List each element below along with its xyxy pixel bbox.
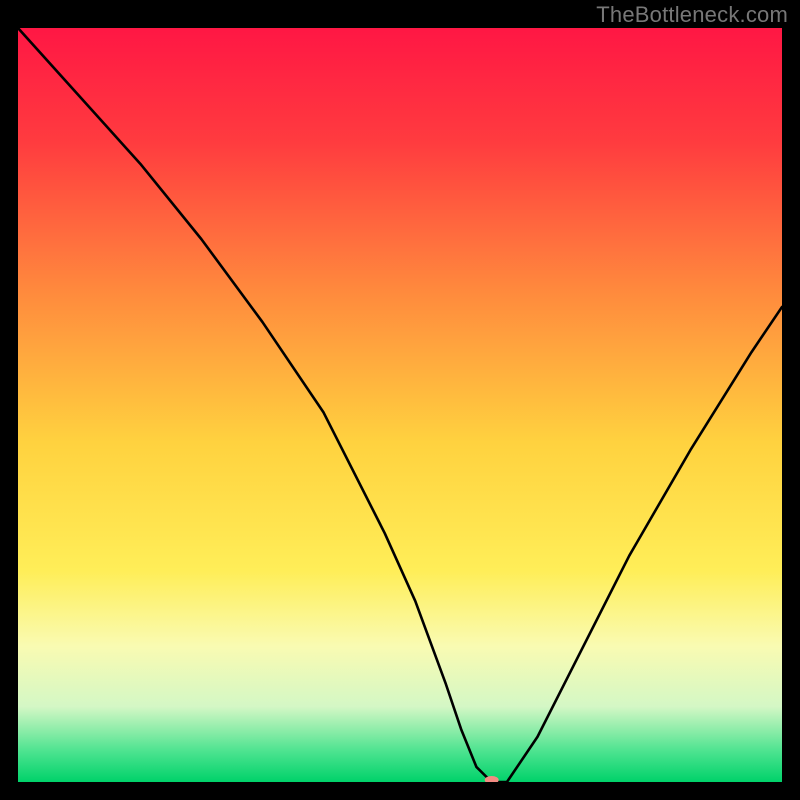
bottleneck-chart <box>18 28 782 782</box>
attribution-label: TheBottleneck.com <box>596 2 788 28</box>
chart-frame: TheBottleneck.com <box>0 0 800 800</box>
gradient-background <box>18 28 782 782</box>
